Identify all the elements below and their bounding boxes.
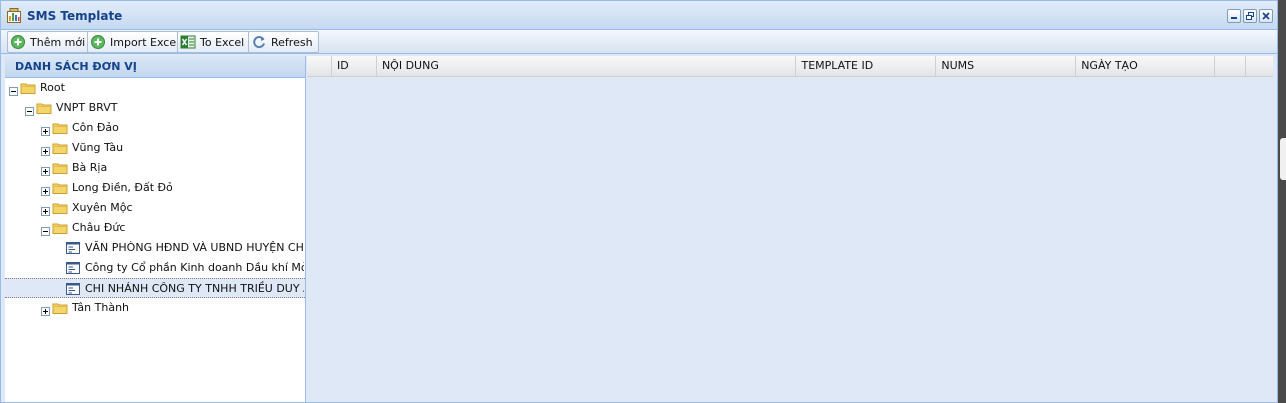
- restore-icon: [1246, 12, 1254, 20]
- refresh-icon: [253, 36, 265, 48]
- tree-folder-node[interactable]: Bà Rịa: [5, 158, 305, 178]
- folder-open-icon: [52, 220, 68, 236]
- import-excel-label: Import Excel: [110, 35, 180, 49]
- add-new-label: Thêm mới: [30, 35, 86, 49]
- minimize-icon: [1231, 17, 1237, 19]
- tree-node-label: Long Điền, Đất Đỏ: [72, 181, 173, 194]
- folder-icon: [52, 160, 68, 176]
- expand-icon[interactable]: [41, 183, 50, 196]
- to-excel-label: To Excel: [200, 35, 245, 49]
- tree-leaf-node[interactable]: VĂN PHÒNG HĐND VÀ UBND HUYỆN CHÂU: [5, 238, 305, 258]
- report-icon: [7, 8, 21, 23]
- document-icon: [65, 240, 81, 256]
- folder-icon: [52, 200, 68, 216]
- window-titlebar[interactable]: SMS Template: [1, 1, 1277, 30]
- import-excel-button[interactable]: Import Excel: [87, 31, 186, 53]
- folder-icon: [52, 140, 68, 156]
- tree-folder-node[interactable]: Long Điền, Đất Đỏ: [5, 178, 305, 198]
- expand-icon[interactable]: [41, 143, 50, 156]
- collapse-icon[interactable]: [25, 103, 34, 116]
- tree-node-label: CHI NHÁNH CÔNG TY TNHH TRIỀU DUY AN: [85, 282, 304, 295]
- add-new-button[interactable]: Thêm mới: [7, 31, 92, 53]
- folder-open-icon: [36, 100, 52, 116]
- grid-column-header[interactable]: NUMS: [935, 56, 1075, 77]
- close-icon: [1262, 12, 1270, 20]
- to-excel-button[interactable]: To Excel: [177, 31, 251, 53]
- tree-node-label: Bà Rịa: [72, 161, 108, 174]
- grid-column-header[interactable]: NỘI DUNG: [375, 56, 796, 77]
- expand-icon[interactable]: [41, 303, 50, 316]
- template-grid: ID NỘI DUNG TEMPLATE ID NUMS NGÀY TẠO: [307, 56, 1273, 402]
- document-icon: [65, 260, 81, 276]
- tree-folder-node[interactable]: Tân Thành: [5, 298, 305, 318]
- refresh-button[interactable]: Refresh: [248, 31, 319, 53]
- window-title: SMS Template: [27, 9, 123, 23]
- grid-column-header[interactable]: [1214, 56, 1245, 77]
- grid-column-header[interactable]: NGÀY TẠO: [1075, 56, 1214, 77]
- tree-folder-node[interactable]: Côn Đảo: [5, 118, 305, 138]
- expand-icon[interactable]: [41, 203, 50, 216]
- minimize-button[interactable]: [1227, 9, 1241, 23]
- tree-node-label: Công ty Cổ phần Kinh doanh Dầu khí Mỏ hó…: [85, 261, 304, 274]
- tree-node-label: Root: [40, 81, 65, 94]
- tree-leaf-node[interactable]: Công ty Cổ phần Kinh doanh Dầu khí Mỏ hó…: [5, 258, 305, 278]
- unit-tree: Root VNPT BRVT Côn Đảo Vũng Tàu Bà Rịa Long Đ…: [5, 78, 305, 318]
- tree-panel-title: DANH SÁCH ĐƠN VỊ: [5, 56, 305, 78]
- tree-node-label: VNPT BRVT: [56, 101, 118, 114]
- collapse-icon[interactable]: [41, 223, 50, 236]
- tree-folder-node[interactable]: Vũng Tàu: [5, 138, 305, 158]
- tree-node-label: VĂN PHÒNG HĐND VÀ UBND HUYỆN CHÂU: [85, 241, 304, 254]
- grid-header-spacer: [307, 56, 331, 77]
- folder-icon: [52, 120, 68, 136]
- refresh-label: Refresh: [271, 35, 313, 49]
- grid-column-header[interactable]: TEMPLATE ID: [795, 56, 935, 77]
- tree-folder-node[interactable]: Châu Đức: [5, 218, 305, 238]
- close-button[interactable]: [1259, 9, 1273, 23]
- tree-node-label: Xuyên Mộc: [72, 201, 133, 214]
- tree-folder-node[interactable]: Root: [5, 78, 305, 98]
- grid-column-header[interactable]: [1245, 56, 1273, 77]
- folder-icon: [52, 300, 68, 316]
- restore-button[interactable]: [1243, 9, 1257, 23]
- folder-open-icon: [20, 80, 36, 96]
- grid-column-header[interactable]: ID: [330, 56, 376, 77]
- tree-folder-node[interactable]: Xuyên Mộc: [5, 198, 305, 218]
- expand-icon[interactable]: [41, 163, 50, 176]
- add-icon: [11, 35, 25, 49]
- document-icon: [65, 281, 81, 297]
- import-icon: [91, 35, 105, 49]
- toolbar: Thêm mới Import Excel To Excel Refresh: [1, 30, 1277, 54]
- collapse-icon[interactable]: [9, 83, 18, 96]
- grid-header: ID NỘI DUNG TEMPLATE ID NUMS NGÀY TẠO: [307, 56, 1273, 77]
- tree-leaf-node[interactable]: CHI NHÁNH CÔNG TY TNHH TRIỀU DUY AN: [5, 278, 305, 298]
- tree-node-label: Côn Đảo: [72, 121, 119, 134]
- unit-tree-panel: DANH SÁCH ĐƠN VỊ Root VNPT BRVT Côn Đảo Vũn…: [5, 56, 306, 402]
- folder-icon: [52, 180, 68, 196]
- tree-node-label: Vũng Tàu: [72, 141, 124, 154]
- excel-icon: [180, 35, 196, 49]
- expand-icon[interactable]: [41, 123, 50, 136]
- window-edge-handle[interactable]: [1280, 138, 1286, 180]
- sms-template-window: SMS Template Thêm mới Import Excel To Ex…: [0, 0, 1278, 403]
- tree-folder-node[interactable]: VNPT BRVT: [5, 98, 305, 118]
- tree-node-label: Tân Thành: [72, 301, 130, 314]
- tree-node-label: Châu Đức: [72, 221, 126, 234]
